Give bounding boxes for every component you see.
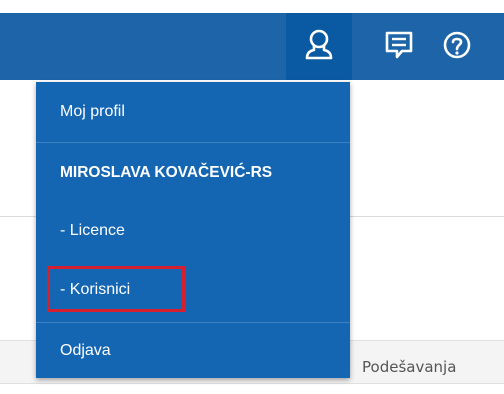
menu-item-label: Moj profil	[60, 103, 125, 120]
menu-item-licenses[interactable]: - Licence	[36, 203, 350, 259]
help-icon[interactable]	[439, 27, 475, 63]
menu-item-label: - Licence	[60, 222, 125, 239]
user-menu-button[interactable]	[286, 13, 352, 80]
messages-icon[interactable]	[381, 27, 417, 63]
menu-item-logout[interactable]: Odjava	[36, 323, 350, 378]
top-navigation-bar	[0, 13, 504, 80]
menu-item-user-name: MIROSLAVA KOVAČEVIĆ-RS	[36, 143, 350, 203]
highlight-annotation-box	[47, 266, 185, 312]
user-icon	[301, 27, 337, 63]
menu-item-my-profile[interactable]: Moj profil	[36, 82, 350, 142]
settings-label[interactable]: Podešavanja	[362, 358, 456, 376]
menu-item-label: Odjava	[60, 341, 111, 359]
user-dropdown-menu: Moj profil MIROSLAVA KOVAČEVIĆ-RS - Lice…	[36, 82, 350, 378]
user-name-label: MIROSLAVA KOVAČEVIĆ-RS	[60, 164, 273, 181]
